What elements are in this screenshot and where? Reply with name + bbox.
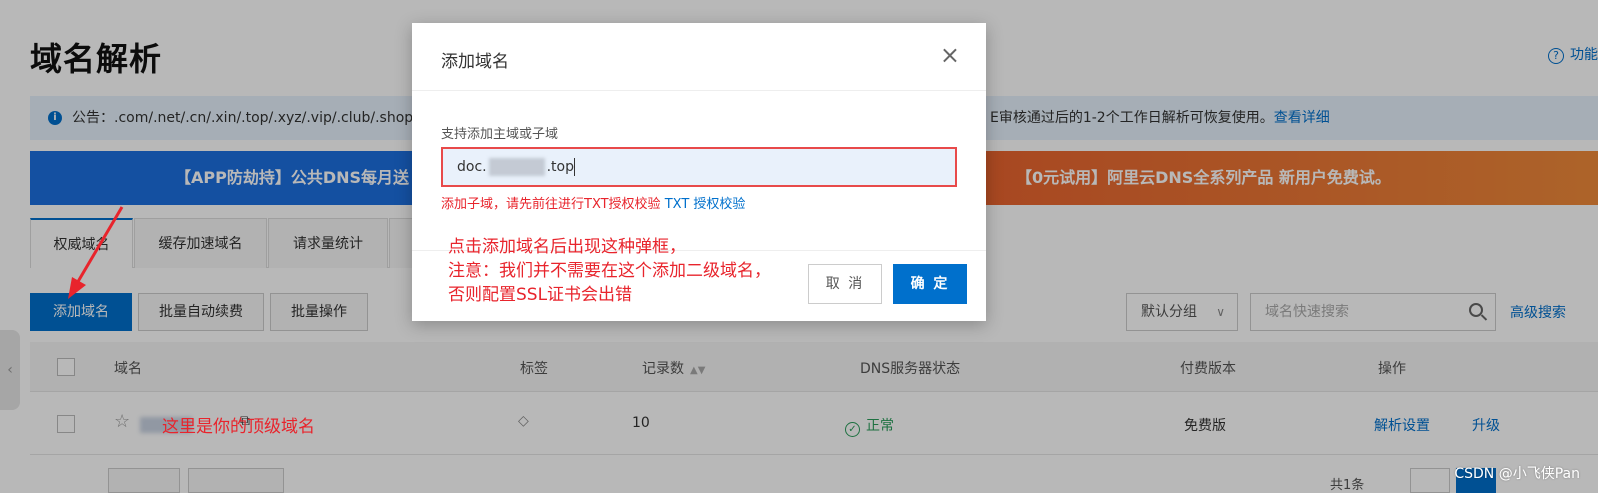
domain-field-label: 支持添加主域或子域 bbox=[441, 127, 559, 142]
close-icon[interactable]: × bbox=[940, 43, 960, 67]
txt-verify-link[interactable]: TXT 授权校验 bbox=[665, 197, 746, 212]
modal-annotation-line-3: 否则配置SSL证书会出错 bbox=[448, 285, 633, 305]
dialog-title: 添加域名 bbox=[441, 52, 509, 72]
domain-input-suffix: .top bbox=[546, 159, 575, 175]
modal-annotation-line-2: 注意：我们并不需要在这个添加二级域名， bbox=[448, 261, 771, 281]
domain-input-prefix: doc. bbox=[457, 159, 487, 175]
dialog-header: 添加域名 × bbox=[412, 23, 986, 91]
annotation-arrow bbox=[68, 206, 124, 299]
modal-annotation-line-1: 点击添加域名后出现这种弹框， bbox=[448, 237, 686, 257]
domain-field-tip: 添加子域，请先前往进行TXT授权校验 TXT 授权校验 bbox=[441, 197, 746, 212]
add-domain-dialog: 添加域名 × 支持添加主域或子域 doc. .top 添加子域，请先前往进行TXT… bbox=[412, 23, 986, 321]
top-domain-annotation: 这里是你的顶级域名 bbox=[162, 417, 315, 437]
confirm-button[interactable]: 确 定 bbox=[893, 264, 967, 304]
watermark: CSDN @小飞侠Pan bbox=[1454, 466, 1580, 482]
domain-input[interactable]: doc. .top bbox=[441, 147, 957, 187]
text-caret bbox=[574, 158, 576, 176]
cancel-button[interactable]: 取 消 bbox=[808, 264, 882, 304]
domain-input-redacted bbox=[488, 158, 545, 176]
modal-annotation: 点击添加域名后出现这种弹框， 注意：我们并不需要在这个添加二级域名， 否则配置S… bbox=[448, 235, 808, 307]
